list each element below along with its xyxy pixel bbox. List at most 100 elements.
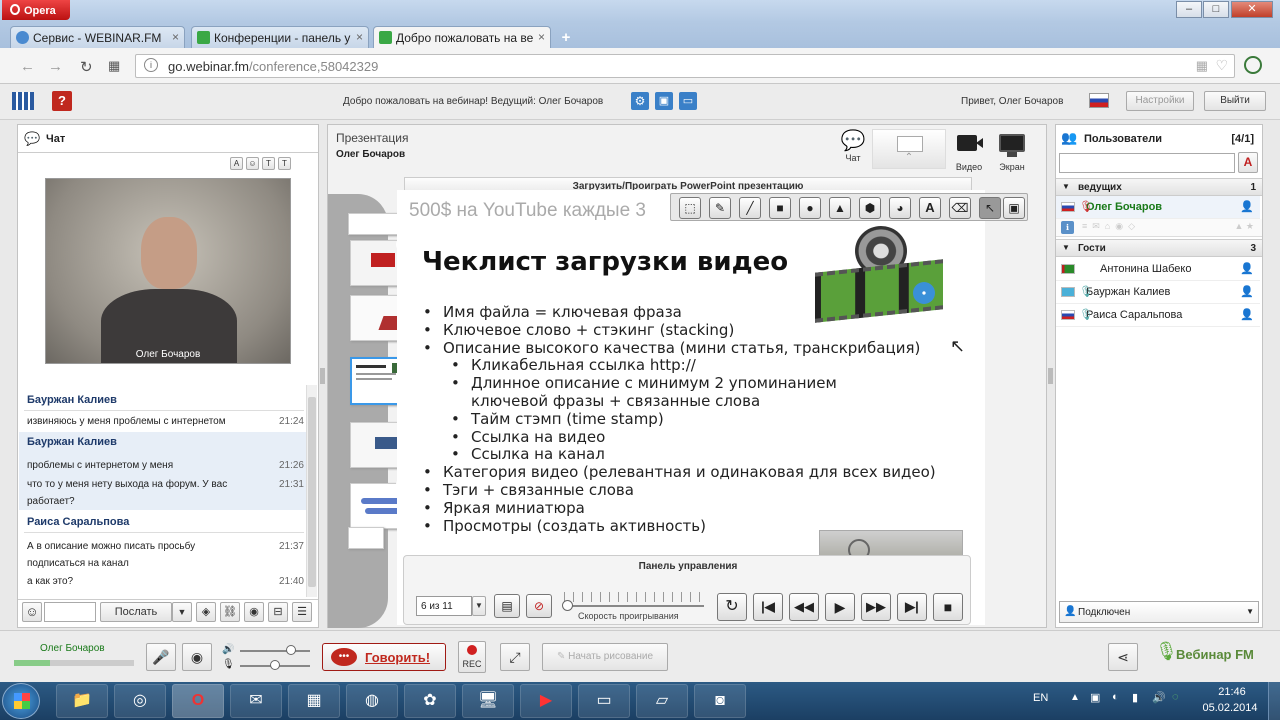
tray-arrow-icon[interactable]: ▲ [1070, 692, 1080, 703]
speed-slider[interactable] [564, 605, 704, 607]
send-button[interactable]: Послать [100, 602, 172, 622]
stop-icon[interactable]: ■ [933, 593, 963, 621]
replay-icon[interactable]: ↻ [717, 593, 747, 621]
opera-taskbar-icon[interactable]: O [172, 684, 224, 718]
speak-button[interactable]: ••• Говорить! [322, 643, 446, 671]
mode-video-button[interactable]: Видео [952, 129, 986, 173]
outlook-icon[interactable]: ✉ [230, 684, 282, 718]
url-input[interactable]: i go.webinar.fm/conference,58042329 ▦ ♡ [135, 54, 1235, 78]
volume-slider[interactable] [240, 650, 310, 652]
opera-menu-button[interactable]: Opera [2, 0, 70, 20]
clock-date[interactable]: 05.02.2014 [1200, 702, 1260, 714]
scroll-thumb[interactable] [308, 397, 316, 587]
no-draw-icon[interactable]: ⊘ [526, 594, 552, 618]
rectangle-icon[interactable]: ■ [769, 197, 791, 219]
extensions-icon[interactable]: ▦ [1196, 58, 1208, 74]
sort-az-icon[interactable]: A [1238, 152, 1258, 173]
left-splitter-handle[interactable] [320, 368, 325, 384]
user-row-guest[interactable]: 🎙 Бауржан Калиев 👤 [1056, 281, 1260, 304]
mic-slider-thumb[interactable] [270, 660, 280, 670]
emoticon-tool-button[interactable]: ☺ [246, 157, 259, 170]
text-size-up-button[interactable]: T [262, 157, 275, 170]
tab-webinar-service[interactable]: Сервис - WEBINAR.FM × [10, 26, 185, 48]
right-splitter-handle[interactable] [1048, 368, 1053, 384]
lock-icon[interactable]: ▣ [655, 92, 673, 110]
opera-sync-icon[interactable] [1244, 56, 1262, 74]
tab-welcome[interactable]: Добро пожаловать на ве × [373, 26, 551, 49]
start-drawing-button[interactable]: ✎ Начать рисование [542, 643, 668, 671]
play-icon[interactable]: ▶ [825, 593, 855, 621]
minimize-button[interactable]: – [1176, 1, 1202, 18]
chevron-down-icon[interactable]: ▼ [472, 596, 486, 616]
chat-input[interactable] [44, 602, 96, 622]
list-icon[interactable]: ☰ [292, 602, 312, 622]
share-icon[interactable]: ⋖ [1108, 643, 1138, 671]
new-tab-button[interactable]: + [556, 30, 576, 46]
reload-icon[interactable]: ↻ [80, 58, 93, 76]
hosts-group-header[interactable]: ▼ ведущих 1 [1056, 178, 1262, 196]
select-rect-icon[interactable]: ⬚ [679, 197, 701, 219]
chrome-icon[interactable]: ◎ [114, 684, 166, 718]
status-select[interactable]: 👤 Подключен ▼ [1059, 601, 1259, 623]
text-size-down-button[interactable]: T [278, 157, 291, 170]
tray-status-icon[interactable]: ◌ [1172, 691, 1179, 703]
mode-presentation-button[interactable]: ⌃ [872, 129, 946, 169]
close-tab-icon[interactable]: × [538, 30, 545, 44]
layout-icon[interactable] [12, 92, 34, 110]
tab-conferences[interactable]: Конференции - панель у × [191, 26, 369, 48]
pointer-icon[interactable]: ↖ [979, 197, 1001, 219]
clock-time[interactable]: 21:46 [1204, 686, 1260, 698]
page-info-icon[interactable]: i [144, 58, 158, 72]
file-explorer-icon[interactable]: 📁 [56, 684, 108, 718]
command-prompt-icon[interactable]: ▭ [578, 684, 630, 718]
slide-thumbnail-9[interactable] [348, 527, 384, 549]
webcam-icon[interactable]: ◉ [182, 643, 212, 671]
triangle-icon[interactable]: ▲ [829, 197, 851, 219]
font-tool-button[interactable]: A [230, 157, 243, 170]
help-icon[interactable]: ? [52, 91, 72, 111]
user-row-host[interactable]: 🎙 Олег Бочаров 👤 [1056, 196, 1260, 219]
host-controls-icons[interactable]: ≡✉⌂◉◇ [1082, 221, 1140, 232]
mode-chat-button[interactable]: 💬 Чат [834, 129, 872, 173]
volume-slider-thumb[interactable] [286, 645, 296, 655]
mode-screen-button[interactable]: Экран [994, 129, 1030, 173]
image-icon[interactable]: ▭ [679, 92, 697, 110]
maximize-button[interactable]: □ [1203, 1, 1229, 18]
eraser-icon[interactable]: ⌫ [949, 197, 971, 219]
eraser-icon[interactable]: ◈ [196, 602, 216, 622]
eye-icon[interactable]: ◉ [244, 602, 264, 622]
user-search-input[interactable] [1059, 153, 1235, 173]
send-dropdown-icon[interactable]: ▼ [172, 602, 192, 622]
camera-app-icon[interactable]: ◙ [694, 684, 746, 718]
line-icon[interactable]: ╱ [739, 197, 761, 219]
smiley-icon[interactable]: ☺ [22, 602, 42, 622]
text-tool-icon[interactable]: A [919, 197, 941, 219]
network-icon[interactable]: ▮ [1132, 691, 1138, 704]
speed-slider-thumb[interactable] [562, 600, 573, 611]
lock-icon[interactable]: ⊟ [268, 602, 288, 622]
video-editor-icon[interactable]: ▦ [288, 684, 340, 718]
forward-icon[interactable]: → [48, 58, 63, 75]
record-button[interactable]: REC [458, 641, 486, 673]
page-select[interactable]: 6 из 11 [416, 596, 472, 616]
hexagon-icon[interactable]: ⬢ [859, 197, 881, 219]
tray-app-icon[interactable]: ▣ [1090, 691, 1100, 704]
close-tab-icon[interactable]: × [172, 30, 179, 44]
notes-icon[interactable]: ▱ [636, 684, 688, 718]
first-slide-icon[interactable]: |◀ [753, 593, 783, 621]
save-icon[interactable]: ▣ [1003, 197, 1025, 219]
back-icon[interactable]: ← [20, 58, 35, 75]
butterfly-app-icon[interactable]: ✿ [404, 684, 456, 718]
fast-forward-icon[interactable]: ▶▶ [861, 593, 891, 621]
pie-icon[interactable]: ◕ [889, 197, 911, 219]
gear-icon[interactable]: ⚙ [631, 92, 649, 110]
russia-flag-icon[interactable] [1089, 93, 1109, 108]
heart-icon[interactable]: ♡ [1215, 57, 1228, 74]
firefox-icon[interactable]: ◍ [346, 684, 398, 718]
close-tab-icon[interactable]: × [356, 30, 363, 44]
host-extra-icons[interactable]: ▲ ★ [1235, 221, 1254, 232]
fullscreen-icon[interactable]: ⤢ [500, 643, 530, 671]
close-window-button[interactable]: ✕ [1231, 1, 1273, 18]
speaker-icon[interactable]: 🔊 [1152, 691, 1166, 704]
youtube-toolbox-icon[interactable]: ▶ [520, 684, 572, 718]
